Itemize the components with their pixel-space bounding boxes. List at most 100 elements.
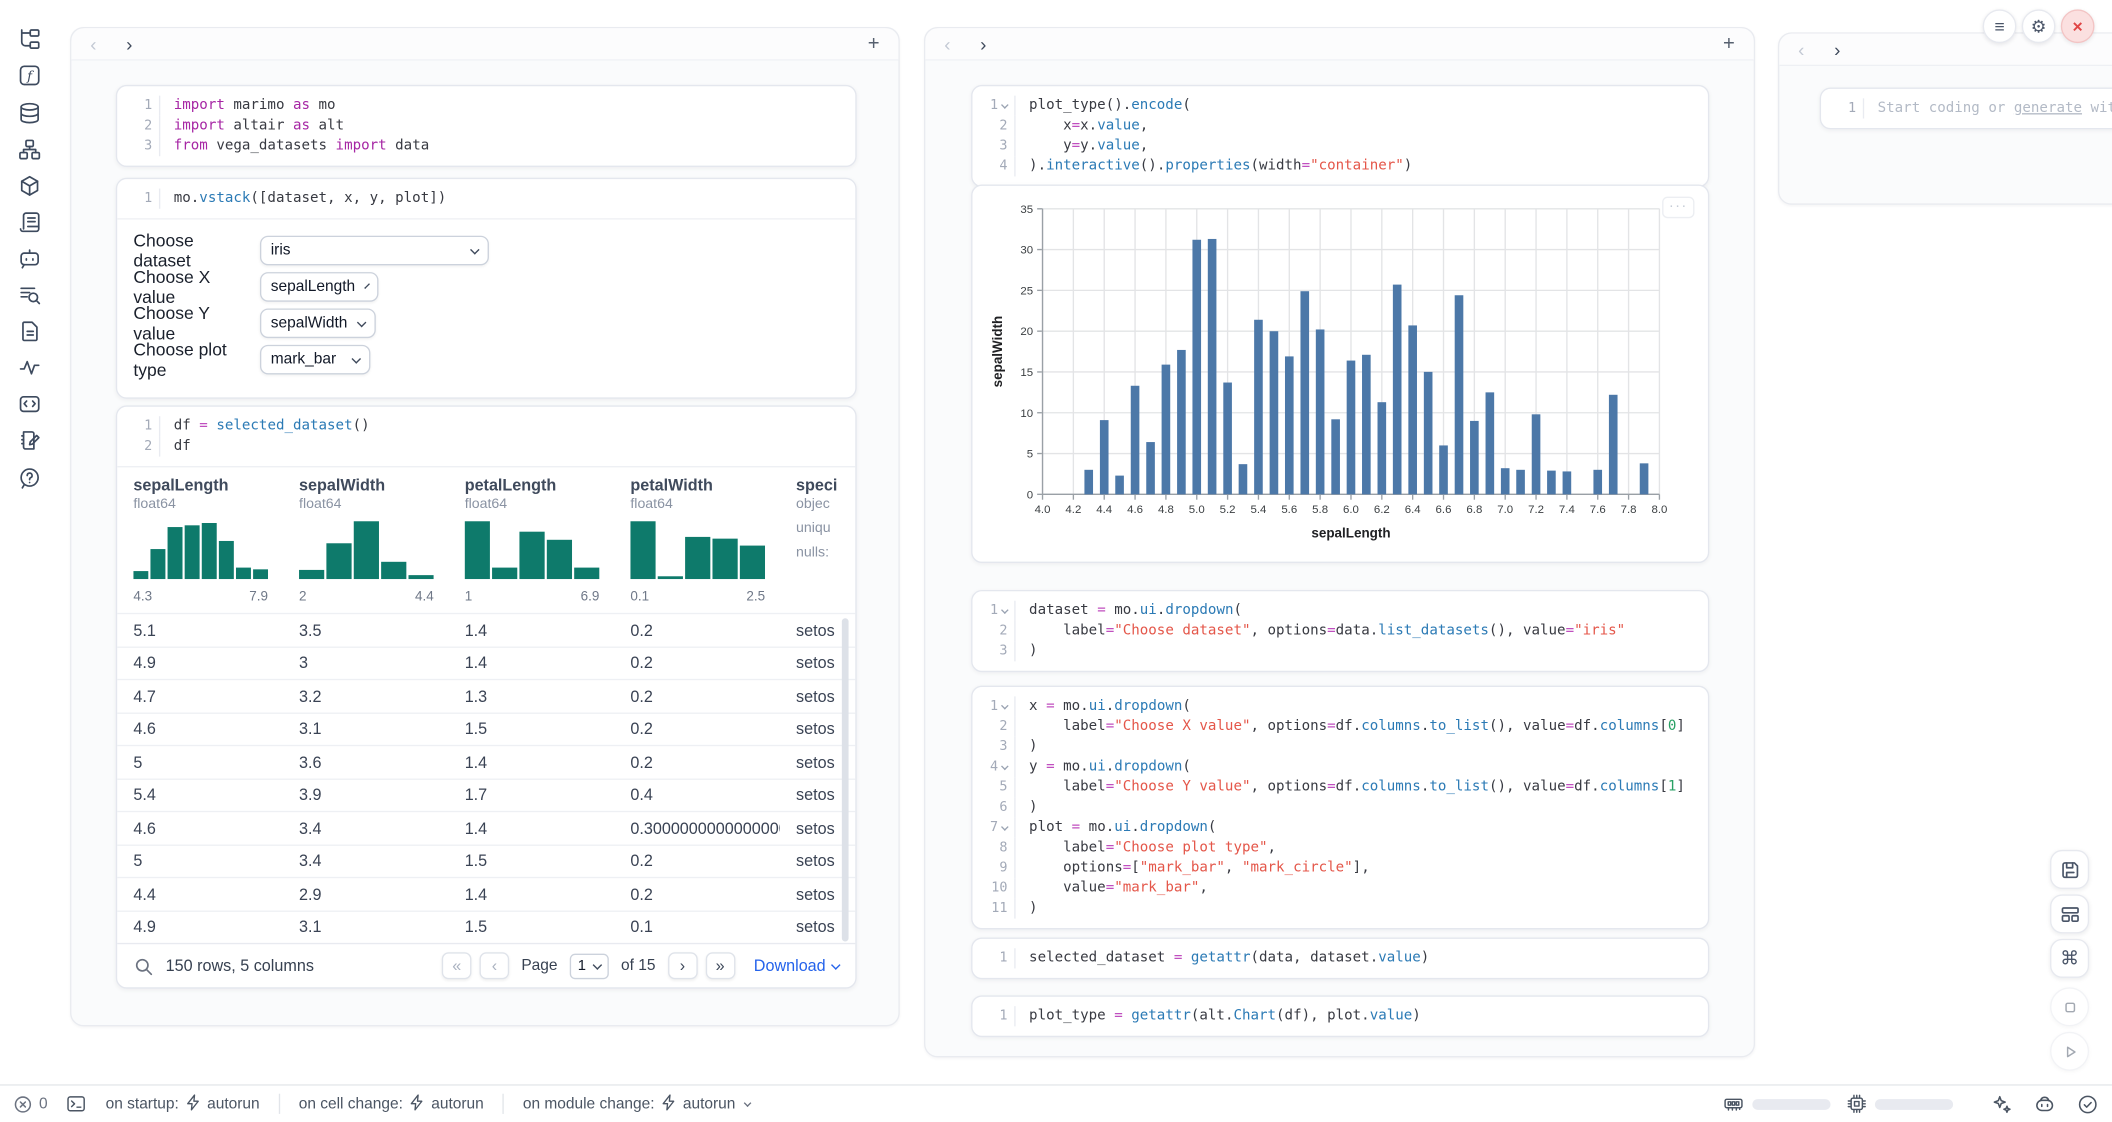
add-column-button[interactable]: +: [868, 32, 880, 55]
next-column-button[interactable]: ›: [1834, 40, 1840, 59]
svg-text:7.4: 7.4: [1559, 504, 1576, 516]
command-palette-button[interactable]: ⌘: [2050, 939, 2089, 978]
download-button[interactable]: Download: [754, 956, 839, 975]
table-row[interactable]: 4.931.40.2setos: [117, 646, 855, 679]
table-row[interactable]: 5.43.91.70.4setos: [117, 778, 855, 811]
svg-text:5.8: 5.8: [1312, 504, 1328, 516]
svg-text:sepalWidth: sepalWidth: [990, 316, 1005, 388]
dropdown-row: Choose X valuesepalLength: [133, 272, 839, 302]
activity-icon[interactable]: [18, 356, 42, 380]
svg-text:5.4: 5.4: [1250, 504, 1267, 516]
page-select[interactable]: 1: [570, 953, 609, 979]
code-cell-dataframe[interactable]: 1df = selected_dataset()2df sepalLengthf…: [116, 405, 857, 988]
next-column-button[interactable]: ›: [126, 34, 132, 53]
dropdown-select[interactable]: sepalLength: [260, 272, 379, 302]
cpu-icon: [1847, 1094, 1867, 1114]
database-icon[interactable]: [18, 101, 42, 125]
menu-button[interactable]: ≡: [1983, 9, 2017, 43]
table-row[interactable]: 5.13.51.40.2setos: [117, 613, 855, 646]
prev-column-button[interactable]: ‹: [90, 34, 96, 53]
table-row[interactable]: 4.93.11.50.1setos: [117, 910, 855, 943]
function-icon[interactable]: f: [18, 63, 42, 87]
code-cell-plot-type[interactable]: 1plot_type = getattr(alt.Chart(df), plot…: [971, 995, 1709, 1037]
dropdown-select[interactable]: sepalWidth: [260, 308, 376, 338]
svg-text:4.4: 4.4: [1096, 504, 1113, 516]
table-column-header[interactable]: sepalWidthfloat6424.4: [283, 475, 449, 604]
chat-bot-icon[interactable]: [18, 246, 42, 270]
scratchpad-icon[interactable]: [18, 428, 42, 452]
memory-icon: [1723, 1094, 1745, 1114]
page-count-label: of 15: [621, 958, 655, 974]
table-column-header[interactable]: petalWidthfloat640.12.5: [614, 475, 780, 604]
first-page-button[interactable]: «: [442, 952, 472, 979]
generate-link[interactable]: generate: [2014, 100, 2082, 116]
document-icon[interactable]: [18, 319, 42, 343]
add-column-button[interactable]: +: [1723, 32, 1735, 55]
stop-button[interactable]: [2050, 987, 2089, 1026]
code-cell-xy-dropdowns[interactable]: 1x = mo.ui.dropdown(2 label="Choose X va…: [971, 686, 1709, 930]
table-row[interactable]: 4.73.21.30.2setos: [117, 679, 855, 712]
terminal-icon[interactable]: [67, 1094, 87, 1114]
autorun-setting[interactable]: on module change:autorun: [523, 1093, 750, 1115]
table-column-header[interactable]: petalLengthfloat6416.9: [449, 475, 615, 604]
dropdown-select[interactable]: mark_bar: [260, 345, 370, 375]
last-page-button[interactable]: »: [705, 952, 735, 979]
panel-header-right: ‹ ›: [1779, 34, 2112, 66]
lightning-icon: [410, 1093, 425, 1115]
settings-button[interactable]: ⚙: [2022, 9, 2056, 43]
chart-svg[interactable]: 051015202530354.04.24.44.64.85.05.25.45.…: [989, 198, 1671, 548]
layout-icon: [2059, 903, 2081, 925]
shutdown-button[interactable]: ×: [2061, 9, 2095, 43]
package-icon[interactable]: [18, 174, 42, 198]
app: f ‹ › + 1import marimo as mo2import alta…: [0, 0, 2112, 1122]
prev-column-button[interactable]: ‹: [944, 34, 950, 53]
table-scrollbar[interactable]: [842, 618, 849, 941]
cell-actions-button[interactable]: ···: [1662, 197, 1694, 219]
ai-sparkles-icon[interactable]: [1991, 1093, 2013, 1115]
table-row[interactable]: 4.63.11.50.2setos: [117, 712, 855, 745]
svg-text:7.0: 7.0: [1497, 504, 1513, 516]
autorun-setting[interactable]: on startup:autorun: [106, 1093, 260, 1115]
code-cell-imports[interactable]: 1import marimo as mo2import altair as al…: [116, 85, 857, 167]
ai-placeholder[interactable]: Start coding or generate with: [1864, 98, 2112, 118]
controls-output: Choose datasetirisChoose X valuesepalLen…: [117, 220, 855, 398]
log-search-icon[interactable]: [18, 283, 42, 307]
error-count[interactable]: 0: [13, 1094, 47, 1113]
dropdown-select[interactable]: iris: [260, 236, 489, 266]
code-cell-vstack[interactable]: 1mo.vstack([dataset, x, y, plot]) Choose…: [116, 178, 857, 399]
search-icon[interactable]: [133, 956, 153, 976]
column-histogram: [465, 520, 600, 579]
svg-text:5.2: 5.2: [1220, 504, 1236, 516]
svg-text:6.2: 6.2: [1374, 504, 1390, 516]
code-cell-encode[interactable]: 1plot_type().encode(2 x=x.value,3 y=y.va…: [971, 85, 1709, 187]
svg-text:6.8: 6.8: [1466, 504, 1482, 516]
svg-text:6.0: 6.0: [1343, 504, 1359, 516]
next-page-button[interactable]: ›: [668, 952, 698, 979]
prev-column-button[interactable]: ‹: [1798, 40, 1804, 59]
copilot-icon[interactable]: [2034, 1093, 2056, 1115]
svg-text:8.0: 8.0: [1651, 504, 1667, 516]
table-body: 5.13.51.40.2setos4.931.40.2setos4.73.21.…: [117, 613, 855, 943]
table-footer: 150 rows, 5 columns « ‹ Page 1 of 15 › »…: [117, 943, 855, 987]
code-snippet-icon[interactable]: [18, 392, 42, 416]
run-button[interactable]: [2050, 1032, 2089, 1071]
autorun-setting[interactable]: on cell change:autorun: [299, 1093, 484, 1115]
dependency-graph-icon[interactable]: [18, 137, 42, 161]
code-cell-selected-dataset[interactable]: 1selected_dataset = getattr(data, datase…: [971, 937, 1709, 979]
table-column-header[interactable]: sepalLengthfloat644.37.9: [117, 475, 283, 604]
script-icon[interactable]: [18, 210, 42, 234]
table-row[interactable]: 4.42.91.40.2setos: [117, 877, 855, 910]
code-cell-dataset-dropdown[interactable]: 1dataset = mo.ui.dropdown(2 label="Choos…: [971, 590, 1709, 672]
table-column-header[interactable]: speciobjecuniqunulls:: [780, 475, 946, 604]
table-row[interactable]: 53.41.50.2setos: [117, 844, 855, 877]
connection-status-icon[interactable]: [2077, 1093, 2099, 1115]
next-column-button[interactable]: ›: [980, 34, 986, 53]
table-row[interactable]: 53.61.40.2setos: [117, 745, 855, 778]
code-cell-ai-placeholder[interactable]: 1 Start coding or generate with: [1820, 88, 2112, 130]
file-tree-icon[interactable]: [18, 27, 42, 51]
help-icon[interactable]: [18, 466, 42, 490]
table-row[interactable]: 4.63.41.40.30000000000000004setos: [117, 811, 855, 844]
save-button[interactable]: [2050, 850, 2089, 889]
prev-page-button[interactable]: ‹: [480, 952, 510, 979]
layout-button[interactable]: [2050, 894, 2089, 933]
